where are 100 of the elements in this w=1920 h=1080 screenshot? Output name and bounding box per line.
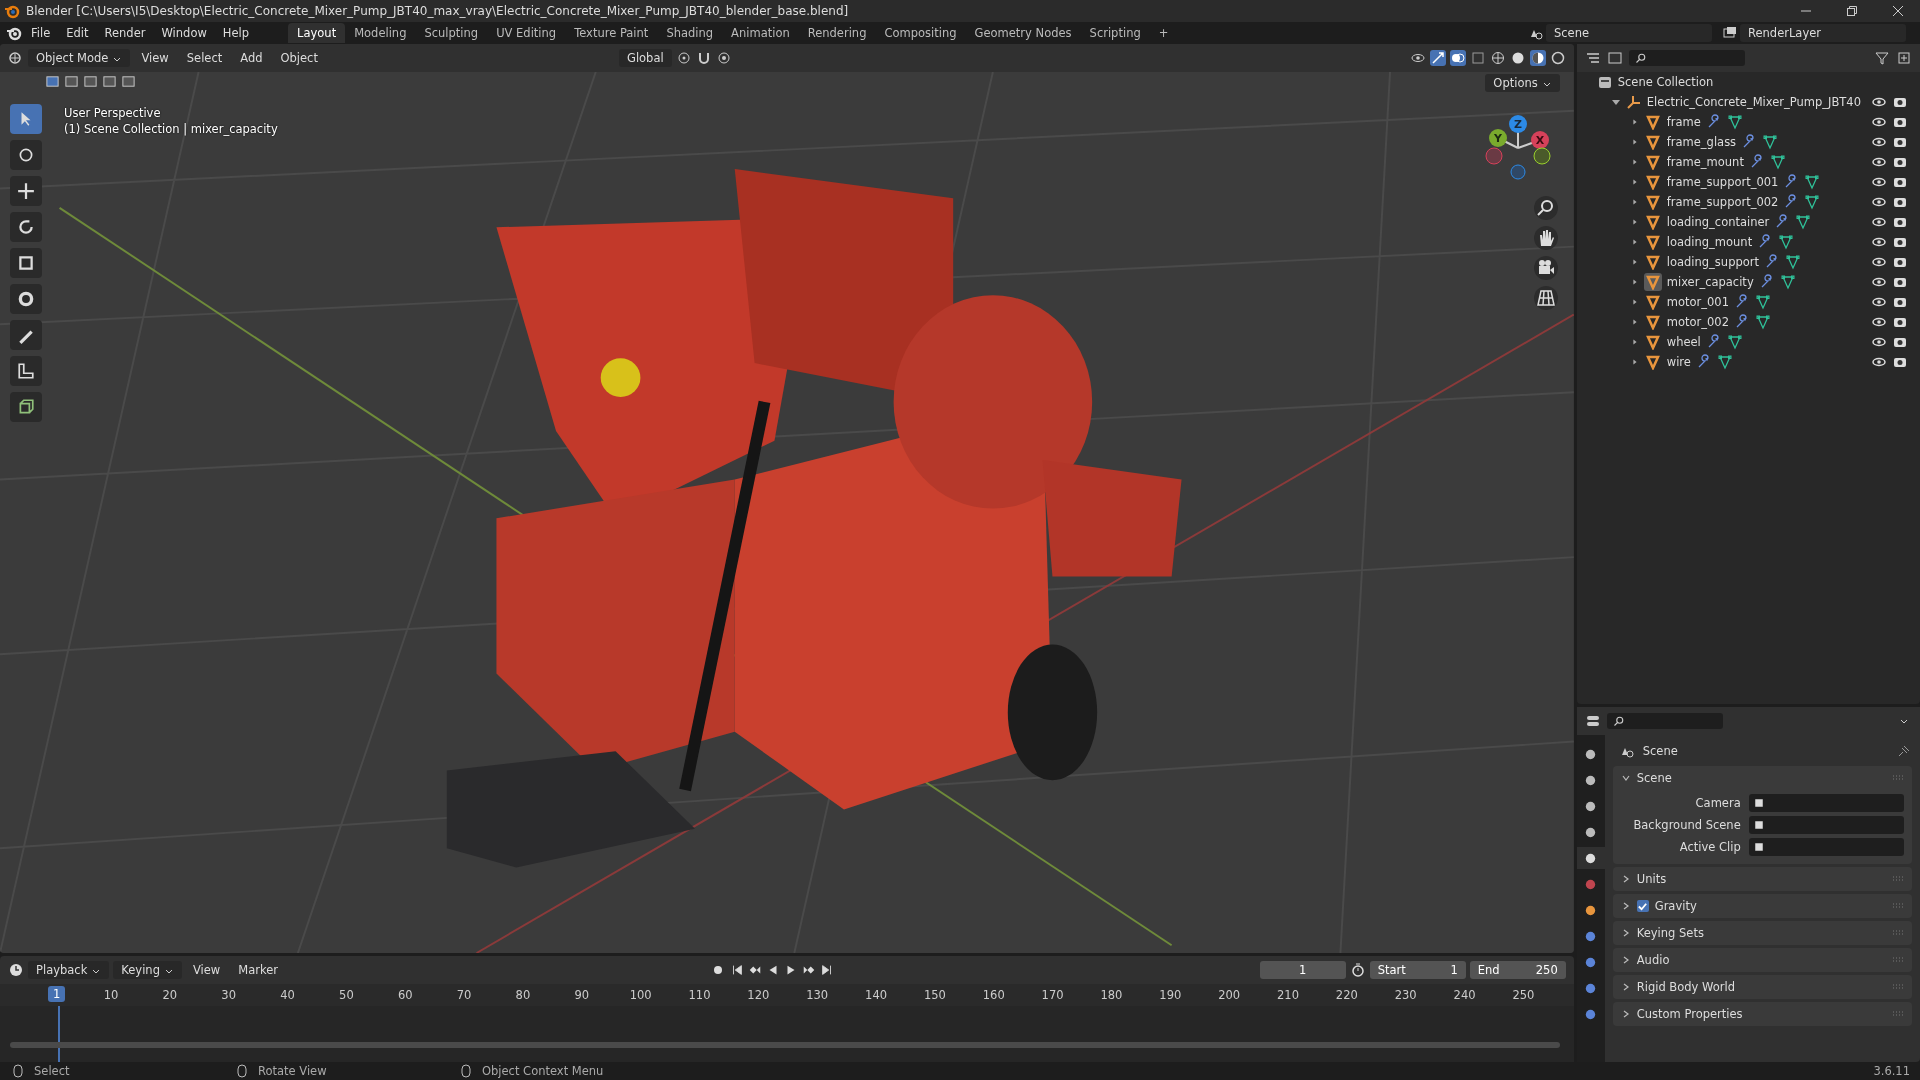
workspace-tab[interactable]: Layout: [288, 23, 346, 43]
outliner-item[interactable]: wire: [1666, 355, 1691, 369]
orientation-dropdown[interactable]: Global: [618, 49, 672, 67]
outliner-item[interactable]: loading_support: [1666, 255, 1759, 269]
expand-arrow-icon[interactable]: [1630, 238, 1639, 246]
select-mode-icon[interactable]: [120, 74, 137, 89]
move-icon[interactable]: [17, 182, 35, 200]
display-mode-icon[interactable]: [1606, 50, 1623, 66]
mesh-icon[interactable]: [1643, 333, 1662, 351]
outliner-item[interactable]: frame_glass: [1666, 135, 1737, 149]
editor-type-icon[interactable]: [1584, 713, 1601, 729]
menu-item[interactable]: File: [24, 24, 58, 42]
workspace-tab[interactable]: UV Editing: [487, 23, 566, 43]
transform-icon[interactable]: [17, 290, 35, 308]
input-field[interactable]: [1748, 794, 1904, 812]
mesh-icon[interactable]: [1643, 173, 1662, 191]
add-workspace-button[interactable]: +: [1149, 23, 1178, 43]
menu-item[interactable]: Keying: [113, 961, 182, 979]
expand-arrow-icon[interactable]: [1630, 338, 1639, 346]
panel-title[interactable]: Units: [1636, 872, 1667, 886]
mesh-icon[interactable]: [1643, 213, 1662, 231]
menu-item[interactable]: View: [185, 961, 228, 979]
tool-button[interactable]: [10, 392, 42, 422]
menu-item[interactable]: Add: [233, 49, 270, 67]
menu-item[interactable]: Select: [179, 49, 230, 67]
editor-type-icon[interactable]: [1584, 50, 1601, 66]
workspace-tab[interactable]: Geometry Nodes: [965, 23, 1081, 43]
drag-handle-icon[interactable]: [1892, 876, 1904, 882]
view-layer-selector[interactable]: RenderLayer: [1740, 24, 1906, 42]
select-mode-icon[interactable]: [101, 74, 118, 89]
scene-selector[interactable]: Scene: [1546, 24, 1712, 42]
stopwatch-icon[interactable]: [1349, 962, 1366, 978]
add-cube-icon[interactable]: [17, 398, 35, 416]
mesh-data-icon[interactable]: [1754, 314, 1771, 330]
expand-arrow-icon[interactable]: [1630, 198, 1639, 206]
input-field[interactable]: [1748, 838, 1904, 856]
editor-type-icon[interactable]: [8, 50, 24, 66]
filter-icon[interactable]: [1874, 50, 1890, 66]
rendered-shading-icon[interactable]: [1549, 50, 1566, 66]
proportional-edit-icon[interactable]: [715, 50, 732, 66]
overlay-toggle-icon[interactable]: [1449, 50, 1466, 66]
mesh-icon[interactable]: [1643, 233, 1662, 251]
mesh-icon[interactable]: [1643, 253, 1662, 271]
mesh-icon[interactable]: [1643, 193, 1662, 211]
expand-arrow-icon[interactable]: [1630, 138, 1639, 146]
input-field[interactable]: [1748, 816, 1904, 834]
outliner-item[interactable]: motor_002: [1666, 315, 1729, 329]
new-collection-icon[interactable]: [1896, 50, 1912, 66]
scale-icon[interactable]: [17, 254, 35, 272]
mesh-icon[interactable]: [1643, 293, 1662, 311]
gizmo-toggle-icon[interactable]: [1429, 50, 1446, 66]
drag-handle-icon[interactable]: [1892, 775, 1904, 781]
jump-start-icon[interactable]: [730, 962, 745, 978]
outliner-item[interactable]: frame_mount: [1666, 155, 1744, 169]
select-mode-icon[interactable]: [63, 74, 80, 89]
panel-title[interactable]: Keying Sets: [1636, 926, 1704, 940]
panel-title[interactable]: Scene: [1636, 771, 1672, 785]
mesh-data-icon[interactable]: [1726, 334, 1743, 350]
expand-arrow-icon[interactable]: [1630, 278, 1639, 286]
outliner-item[interactable]: frame: [1666, 115, 1701, 129]
menu-item[interactable]: Window: [154, 24, 214, 42]
menu-item[interactable]: Playback: [28, 961, 110, 979]
mesh-data-icon[interactable]: [1779, 274, 1796, 290]
expand-arrow-icon[interactable]: [1630, 178, 1639, 186]
mesh-data-icon[interactable]: [1804, 174, 1821, 190]
workspace-tab[interactable]: Modeling: [345, 23, 416, 43]
outliner-item[interactable]: loading_mount: [1666, 235, 1753, 249]
outliner-item[interactable]: mixer_capacity: [1666, 275, 1754, 289]
workspace-tab[interactable]: Scripting: [1080, 23, 1150, 43]
expand-arrow-icon[interactable]: [1630, 298, 1639, 306]
panel-title[interactable]: Custom Properties: [1636, 1007, 1743, 1021]
close-icon[interactable]: [1892, 5, 1904, 17]
mesh-data-icon[interactable]: [1726, 114, 1743, 130]
select-mode-icon[interactable]: [44, 74, 61, 89]
workspace-tab[interactable]: Rendering: [798, 23, 876, 43]
search-field[interactable]: [1606, 713, 1723, 729]
scrollbar[interactable]: [10, 1042, 1560, 1048]
mesh-data-icon[interactable]: [1754, 294, 1771, 310]
chevron-icon[interactable]: [1620, 773, 1631, 783]
workspace-tab[interactable]: Compositing: [875, 23, 966, 43]
end-frame-field[interactable]: End 250: [1469, 961, 1566, 979]
mesh-icon[interactable]: [1643, 133, 1662, 151]
expand-arrow-icon[interactable]: [1610, 97, 1621, 107]
panel-title[interactable]: Rigid Body World: [1636, 980, 1735, 994]
mode-dropdown[interactable]: Object Mode: [28, 49, 131, 67]
tool-button[interactable]: [10, 320, 42, 350]
workspace-tab[interactable]: Sculpting: [415, 23, 488, 43]
mesh-data-icon[interactable]: [1778, 234, 1795, 250]
expand-arrow-icon[interactable]: [1630, 358, 1639, 366]
axis-gizmo[interactable]: Z Y X: [1477, 110, 1558, 190]
mesh-icon[interactable]: [1643, 353, 1662, 371]
mesh-icon[interactable]: [1643, 113, 1662, 131]
tool-button[interactable]: [10, 212, 42, 242]
wireframe-shading-icon[interactable]: [1489, 50, 1506, 66]
mesh-data-icon[interactable]: [1716, 354, 1733, 370]
outliner-item[interactable]: Electric_Concrete_Mixer_Pump_JBT40: [1646, 95, 1861, 109]
options-dropdown[interactable]: Options: [1485, 74, 1560, 92]
pivot-icon[interactable]: [675, 50, 692, 66]
tool-button[interactable]: [10, 356, 42, 386]
menu-item[interactable]: Marker: [231, 961, 285, 979]
